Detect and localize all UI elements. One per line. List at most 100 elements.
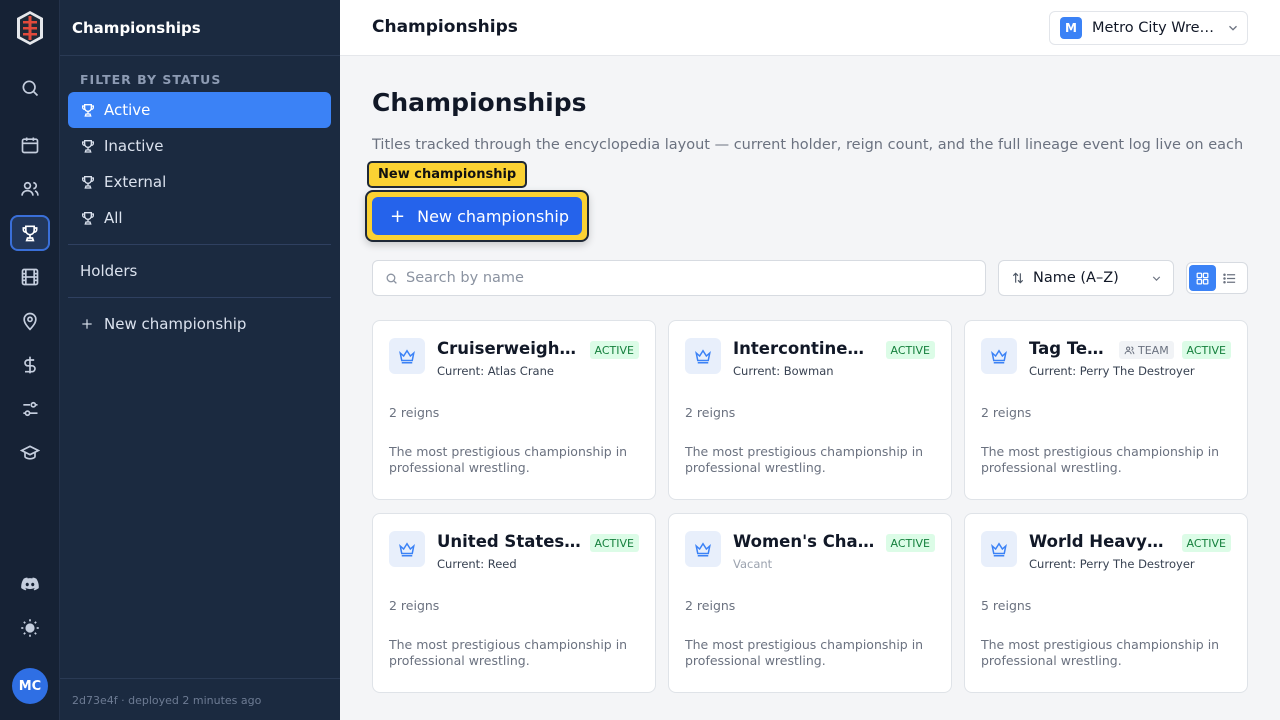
search-icon <box>386 273 397 284</box>
crown-icon <box>685 531 721 567</box>
card-reign-count: 2 reigns <box>981 405 1032 420</box>
sliders-icon[interactable] <box>10 391 50 427</box>
trophy-icon[interactable] <box>10 215 50 251</box>
search-icon[interactable] <box>10 70 50 106</box>
status-badge: ACTIVE <box>885 341 935 359</box>
card-reign-count: 2 reigns <box>389 405 440 420</box>
search-box[interactable] <box>372 260 986 296</box>
search-input[interactable] <box>406 270 966 286</box>
user-avatar[interactable]: MC <box>12 668 48 704</box>
discord-icon[interactable] <box>10 566 50 602</box>
panel-divider <box>68 244 331 245</box>
filter-label: Active <box>104 101 151 119</box>
crown-icon <box>389 338 425 374</box>
championship-card[interactable]: Women's Championship ACTIVE Vacant 2 rei… <box>668 513 952 693</box>
users-icon <box>1124 346 1135 354</box>
filter-inactive[interactable]: Inactive <box>68 128 331 164</box>
sidebar-new-championship-link[interactable]: New championship <box>80 315 246 333</box>
grid-view-button[interactable] <box>1189 265 1216 291</box>
championship-card[interactable]: Intercontinental Championship ACTIVE Cur… <box>668 320 952 500</box>
crown-icon <box>389 531 425 567</box>
crown-icon <box>981 338 1017 374</box>
filter-external[interactable]: External <box>68 164 331 200</box>
dollar-icon[interactable] <box>10 347 50 383</box>
page-title: Championships <box>372 88 587 117</box>
calendar-icon[interactable] <box>10 127 50 163</box>
side-panel: Championships FILTER BY STATUS Active In… <box>60 0 340 720</box>
users-icon[interactable] <box>10 171 50 207</box>
list-icon <box>1223 273 1236 283</box>
championship-card[interactable]: Tag Team Championship TEAM ACTIVE Curren… <box>964 320 1248 500</box>
org-name: Metro City Wrestling <box>1092 20 1220 36</box>
holders-link[interactable]: Holders <box>80 262 137 280</box>
card-current-holder: Current: Perry The Destroyer <box>1029 557 1195 571</box>
top-bar: Championships M Metro City Wrestling <box>340 0 1280 56</box>
card-title: Cruiserweight Championship <box>437 339 583 358</box>
deploy-text: · deployed 2 minutes ago <box>121 694 262 707</box>
trophy-icon <box>82 212 94 225</box>
deploy-hash: 2d73e4f <box>72 694 118 707</box>
plus-icon: + <box>390 205 406 227</box>
card-title: Women's Championship <box>733 532 875 551</box>
sort-select[interactable]: Name (A–Z) <box>998 260 1174 296</box>
filter-label: All <box>104 209 123 227</box>
footer-divider <box>60 678 340 679</box>
crown-icon <box>981 531 1017 567</box>
crown-icon <box>685 338 721 374</box>
trophy-icon <box>82 104 94 117</box>
filter-active[interactable]: Active <box>68 92 331 128</box>
championship-card[interactable]: World Heavyweight Championship ACTIVE Cu… <box>964 513 1248 693</box>
card-current-holder: Current: Atlas Crane <box>437 364 554 378</box>
championship-card[interactable]: Cruiserweight Championship ACTIVE Curren… <box>372 320 656 500</box>
card-current-holder: Current: Perry The Destroyer <box>1029 364 1195 378</box>
filter-all[interactable]: All <box>68 200 331 236</box>
card-current-holder: Current: Reed <box>437 557 517 571</box>
card-reign-count: 2 reigns <box>389 598 440 613</box>
card-title: Intercontinental Championship <box>733 339 875 358</box>
sort-label: Name (A–Z) <box>1033 270 1119 286</box>
status-badge: ACTIVE <box>589 534 639 552</box>
new-championship-button[interactable]: + New championship <box>372 197 582 235</box>
card-reign-count: 5 reigns <box>981 598 1032 613</box>
org-switcher[interactable]: M Metro City Wrestling <box>1049 11 1248 45</box>
new-championship-label: New championship <box>104 315 247 333</box>
team-badge: TEAM <box>1119 341 1174 359</box>
deploy-status: 2d73e4f · deployed 2 minutes ago <box>72 694 261 707</box>
graduation-cap-icon[interactable] <box>10 435 50 471</box>
card-description: The most prestigious championship in pro… <box>981 637 1220 668</box>
grid-icon <box>1196 272 1209 284</box>
panel-divider <box>68 297 331 298</box>
sun-icon[interactable] <box>10 610 50 646</box>
card-description: The most prestigious championship in pro… <box>981 444 1220 475</box>
app-logo-icon[interactable] <box>16 10 44 46</box>
page-description: Titles tracked through the encyclopedia … <box>372 137 1244 153</box>
trophy-icon <box>82 176 94 189</box>
filter-label: External <box>104 173 167 191</box>
filter-section-label: FILTER BY STATUS <box>80 72 222 87</box>
list-view-button[interactable] <box>1216 265 1243 291</box>
card-current-holder: Current: Bowman <box>733 364 834 378</box>
championship-card[interactable]: United States Championship ACTIVE Curren… <box>372 513 656 693</box>
film-icon[interactable] <box>10 259 50 295</box>
team-badge-label: TEAM <box>1138 343 1169 357</box>
status-badge: ACTIVE <box>589 341 639 359</box>
tooltip: New championship <box>367 161 528 188</box>
status-badge: ACTIVE <box>885 534 935 552</box>
map-pin-icon[interactable] <box>10 303 50 339</box>
status-badge: ACTIVE <box>1181 341 1231 359</box>
card-title: World Heavyweight Championship <box>1029 532 1169 551</box>
card-reign-count: 2 reigns <box>685 598 736 613</box>
topbar-title: Championships <box>372 17 518 37</box>
card-current-holder: Vacant <box>733 557 773 571</box>
org-badge: M <box>1060 17 1082 39</box>
card-title: United States Championship <box>437 532 583 551</box>
card-description: The most prestigious championship in pro… <box>685 444 924 475</box>
sort-icon <box>1012 272 1024 284</box>
panel-title: Championships <box>72 18 201 37</box>
chevron-down-icon <box>1152 275 1161 281</box>
card-description: The most prestigious championship in pro… <box>389 444 628 475</box>
chevron-down-icon <box>1229 25 1237 31</box>
icon-rail: MC <box>0 0 60 720</box>
card-description: The most prestigious championship in pro… <box>685 637 924 668</box>
status-badge: ACTIVE <box>1181 534 1231 552</box>
